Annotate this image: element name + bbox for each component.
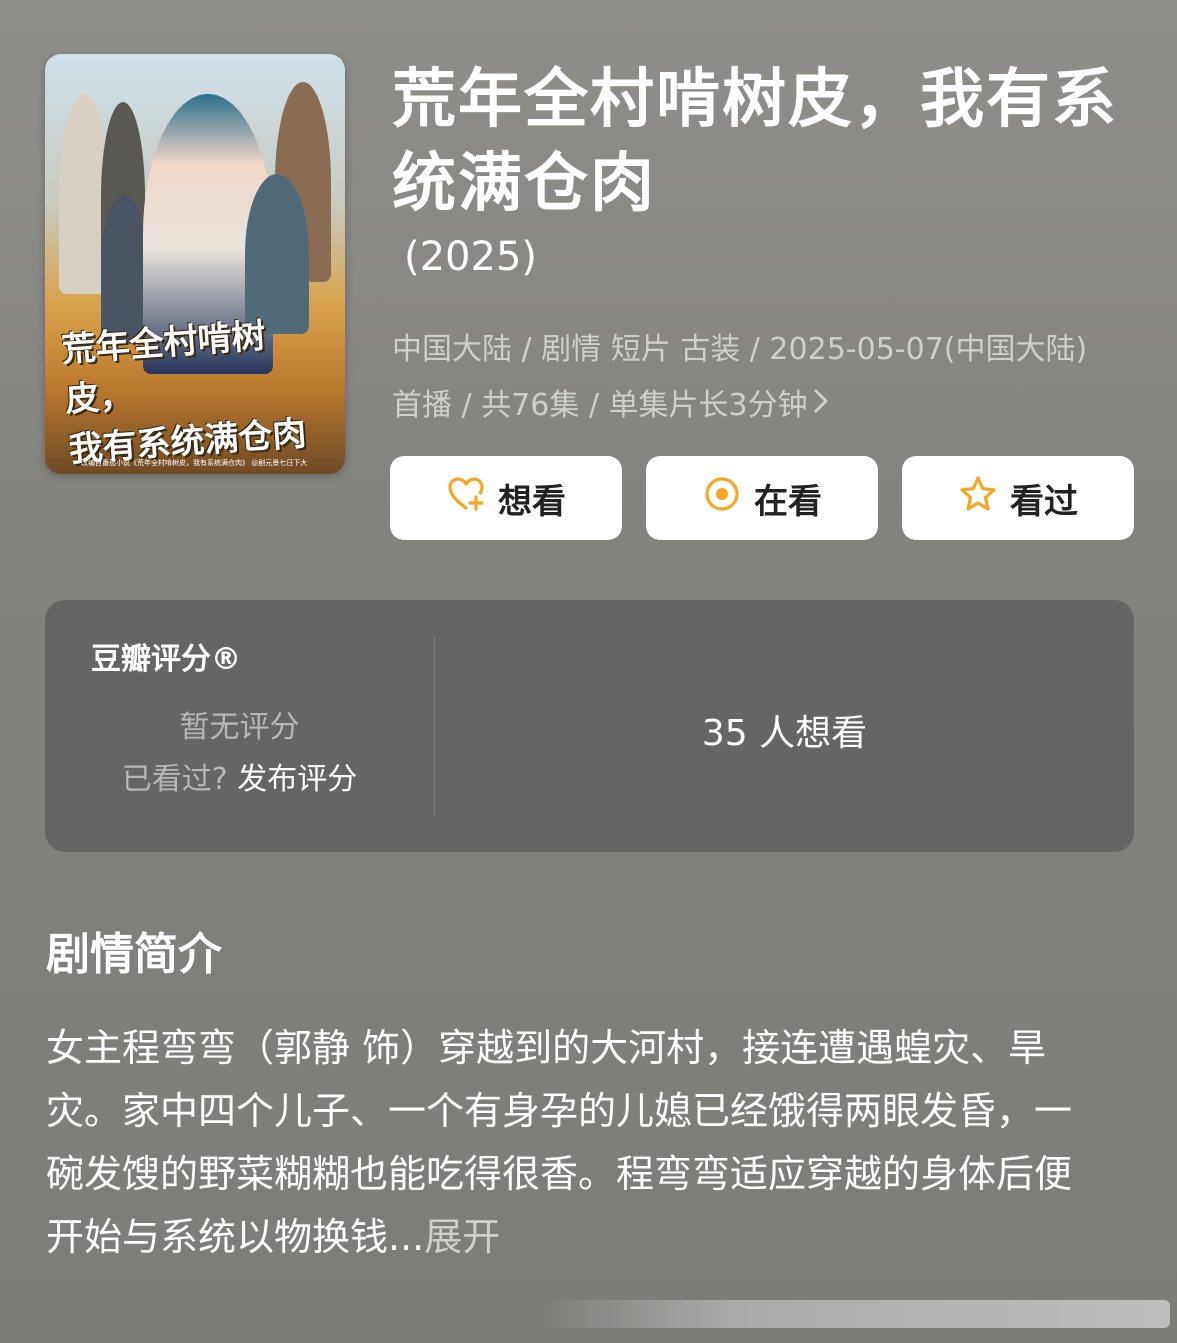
watched-label: 看过 bbox=[1010, 481, 1078, 522]
poster-credit: 改编自番茄小说《荒年全村啃树皮，我有系统满仓肉》 @剧元景七日下大 bbox=[81, 459, 308, 467]
meta-info[interactable]: 中国大陆 / 剧情 短片 古装 / 2025-05-07(中国大陆) 首播 / … bbox=[392, 322, 1122, 434]
want-to-watch-button[interactable]: 想看 bbox=[390, 456, 622, 540]
target-icon bbox=[702, 474, 742, 523]
synopsis-body: 女主程弯弯（郭静 饰）穿越到的大河村，接连遭遇蝗灾、旱灾。家中四个儿子、一个有身… bbox=[46, 1017, 1106, 1269]
poster-title-art: 荒年全村啃树皮， 我有系统满仓肉 bbox=[60, 316, 308, 471]
watching-label: 在看 bbox=[754, 481, 822, 522]
release-year: (2025) bbox=[404, 234, 538, 280]
watched-button[interactable]: 看过 bbox=[902, 456, 1134, 540]
heart-plus-icon bbox=[446, 474, 486, 523]
douban-rating-label: 豆瓣评分® bbox=[91, 642, 241, 677]
want-to-watch-label: 想看 bbox=[498, 481, 566, 522]
seen-prompt: 已看过? bbox=[121, 762, 228, 797]
want-count[interactable]: 35 人想看 bbox=[435, 704, 1134, 756]
watermark-strip bbox=[540, 1300, 1170, 1328]
synopsis-heading: 剧情简介 bbox=[46, 929, 222, 980]
page-title: 荒年全村啃树皮，我有系统满仓肉 bbox=[392, 63, 1118, 221]
rate-prompt: 已看过? 发布评分 bbox=[45, 754, 434, 798]
chevron-right-icon bbox=[812, 378, 830, 434]
watching-button[interactable]: 在看 bbox=[646, 456, 878, 540]
meta-text: 中国大陆 / 剧情 短片 古装 / 2025-05-07(中国大陆) 首播 / … bbox=[392, 332, 1088, 423]
synopsis-text: 女主程弯弯（郭静 饰）穿越到的大河村，接连遭遇蝗灾、旱灾。家中四个儿子、一个有身… bbox=[46, 1026, 1073, 1259]
no-rating-text: 暂无评分 bbox=[179, 710, 300, 745]
star-icon bbox=[958, 474, 998, 523]
publish-rating-link[interactable]: 发布评分 bbox=[237, 762, 357, 797]
expand-link[interactable]: 展开 bbox=[424, 1215, 500, 1259]
poster-image[interactable]: 荒年全村啃树皮， 我有系统满仓肉 改编自番茄小说《荒年全村啃树皮，我有系统满仓肉… bbox=[45, 54, 345, 474]
